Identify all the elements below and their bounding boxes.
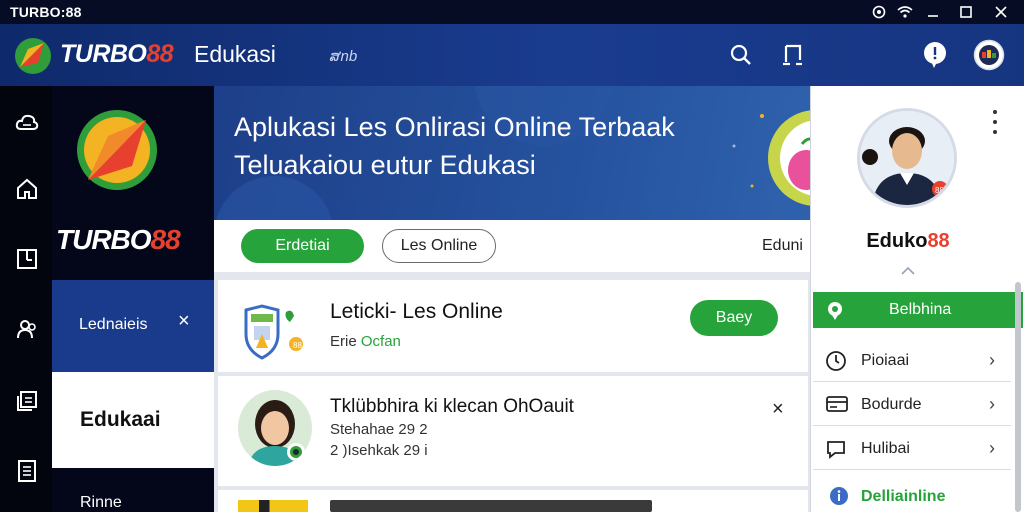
chevron-right-icon: › [989,394,995,414]
chat-icon [825,438,849,459]
home-icon[interactable] [10,172,44,206]
svg-text:88: 88 [293,341,302,350]
maximize-icon[interactable] [949,0,983,24]
close-icon[interactable]: × [772,398,784,421]
nav-item-label: Edukaai [80,408,161,431]
chat-bubble-icon[interactable] [918,38,952,72]
profile-menu-active[interactable]: Belbhina [813,292,1023,328]
nav-item-lednaieis[interactable]: Lednaieis × [52,280,214,372]
partial-card[interactable] [218,490,808,512]
main-content: Aplukasi Les Onlirasi Online Terbaak Tel… [214,86,810,512]
chevron-right-icon: › [989,438,995,458]
users-icon[interactable] [10,312,44,346]
music-note-icon[interactable] [775,38,809,72]
tab-bar: Erdetiai Les Online Eduni [214,220,810,272]
course-action-button[interactable]: Baey [690,300,778,336]
profile-menu-item[interactable]: Pioiaai › [813,338,1011,382]
nav-item-rinne[interactable]: Rinne [80,494,122,512]
profile-menu-label: Delliainline [861,488,946,505]
banner-illustration-icon [754,94,810,214]
icon-rail [0,86,52,512]
course-card[interactable]: 88 Leticki- Les Online Erie Ocfan Baey [218,280,808,372]
window-title: TURBO:88 [10,4,82,20]
profile-menu-label: Bodurde [861,396,922,413]
list-document-icon[interactable] [10,454,44,488]
profile-photo: 88 [857,108,957,208]
partial-card-bar [330,500,652,512]
course-subtitle: Erie Ocfan [330,333,401,350]
location-pin-icon [825,300,845,320]
document-stack-icon[interactable] [10,384,44,418]
shield-badge-icon: 88 [242,304,306,360]
profile-menu-label: Belbhina [889,301,952,318]
cloud-icon[interactable] [10,106,44,140]
more-options-icon[interactable] [989,110,1001,134]
header-brand: TURBO88 [60,40,174,68]
window-title-bar: TURBO:88 [0,0,1024,24]
tutor-avatar [238,390,312,466]
minimize-icon[interactable] [916,0,950,24]
profile-name: Eduko88 [866,230,950,252]
card-icon [825,394,849,414]
close-icon[interactable] [984,0,1018,24]
tutor-detail-2: 2 )Isehkak 29 i [330,442,428,459]
tab-erdetiai[interactable]: Erdetiai [241,229,364,263]
chevron-up-icon[interactable] [901,262,915,275]
profile-panel: 88 Eduko88 Belbhina Pioiaai › Bodurde › … [810,86,1024,512]
brand-logo-icon [74,106,160,194]
header-subtitle: ສnb [330,48,358,65]
chevron-right-icon: › [989,350,995,370]
info-circle-icon [829,486,849,506]
search-icon[interactable] [724,38,758,72]
profile-menu-item[interactable]: Hulibai › [813,426,1011,470]
clock-icon [825,350,849,371]
tab-eduni[interactable]: Eduni [762,237,803,255]
tutor-detail-1: Stehahae 29 2 [330,421,428,438]
hero-banner: Aplukasi Les Onlirasi Online Terbaak Tel… [214,86,810,220]
banner-headline: Aplukasi Les Onlirasi Online Terbaak [234,112,675,142]
app-header: TURBO88 Edukasi ສnb [0,24,1024,86]
app-logo-icon[interactable] [14,37,52,75]
book-icon[interactable] [10,242,44,276]
tutor-title: Tklübbhira ki klecan OhOauit [330,396,574,417]
course-title: Leticki- Les Online [330,300,503,323]
banner-subheadline: Teluakaiou eutur Edukasi [234,150,536,180]
profile-menu-item-last[interactable]: Delliainline [813,482,1011,512]
nav-item-edukaai[interactable]: Edukaai [52,372,214,468]
profile-menu-item[interactable]: Bodurde › [813,382,1011,426]
svg-text:88: 88 [935,186,944,195]
panel-scrollbar[interactable] [1015,282,1021,512]
tutor-card[interactable]: Tklübbhira ki klecan OhOauit Stehahae 29… [218,376,808,486]
profile-avatar-icon[interactable] [972,38,1006,72]
thumbnail-icon [238,500,308,512]
nav-brand: TURBO88 [56,224,181,255]
nav-close-icon[interactable]: × [178,310,190,333]
tab-les-online[interactable]: Les Online [382,229,496,263]
header-title: Edukasi [194,41,276,67]
profile-menu-label: Hulibai [861,440,910,457]
nav-column: TURBO88 Lednaieis × Edukaai Rinne [52,86,214,512]
nav-item-label: Lednaieis [79,316,148,333]
profile-menu-label: Pioiaai [861,352,910,369]
